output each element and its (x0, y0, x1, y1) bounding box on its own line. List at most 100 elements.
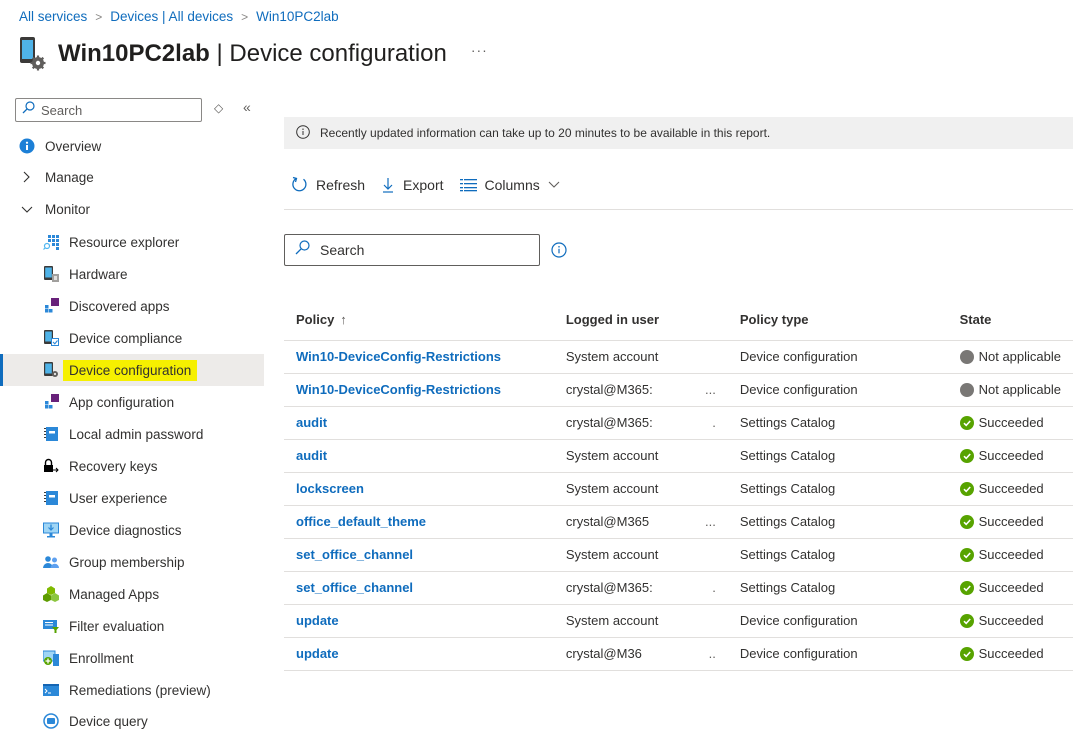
state-label: Succeeded (978, 646, 1044, 661)
sidebar-item-label: Local admin password (69, 426, 204, 442)
policy-link[interactable]: Win10-DeviceConfig-Restrictions (296, 349, 501, 364)
sidebar-item-label: Hardware (69, 266, 128, 282)
sidebar-item-filter-evaluation[interactable]: Filter evaluation (0, 610, 264, 642)
cell-policy: office_default_theme (284, 505, 554, 539)
policy-link[interactable]: audit (296, 448, 327, 463)
cell-logged-in-user: crystal@M365:... (553, 373, 728, 407)
policy-link[interactable]: lockscreen (296, 481, 364, 496)
column-label: Policy (296, 312, 335, 328)
column-header-policy[interactable]: Policy ↑ (284, 300, 554, 341)
breadcrumb-devices[interactable]: Devices | All devices (110, 9, 233, 24)
not-applicable-icon (959, 349, 974, 364)
table-row[interactable]: update crystal@M36.. Device configuration S… (284, 637, 1073, 671)
breadcrumb-all-services[interactable]: All services (19, 9, 87, 24)
success-check-icon (959, 547, 974, 562)
cell-policy: audit (284, 406, 554, 440)
policy-link[interactable]: office_default_theme (296, 514, 426, 529)
sidebar-item-label: Remediations (preview) (69, 682, 211, 698)
sidebar-item-discovered-apps[interactable]: Discovered apps (0, 290, 264, 322)
cell-state: Succeeded (947, 472, 1073, 506)
state-label: Succeeded (978, 481, 1044, 496)
cell-state: Succeeded (947, 538, 1073, 572)
chevron-right-icon (19, 169, 35, 185)
device-compliance-icon (43, 330, 59, 346)
table-row[interactable]: set_office_channel System account Settings… (284, 538, 1073, 572)
sort-toggle-icon[interactable]: ◇ (214, 101, 223, 115)
column-header-policy-type[interactable]: Policy type (727, 300, 948, 341)
sidebar-item-local-admin-password[interactable]: Local admin password (0, 418, 264, 450)
columns-button[interactable]: Columns (459, 176, 560, 193)
table-row[interactable]: audit System account Settings Catalog Succe… (284, 439, 1073, 473)
policy-link[interactable]: set_office_channel (296, 547, 413, 562)
policy-link[interactable]: update (296, 646, 339, 661)
sidebar-item-resource-explorer[interactable]: Resource explorer (0, 226, 264, 258)
sidebar-search-input[interactable] (39, 101, 189, 119)
info-icon (19, 138, 35, 154)
sidebar-item-user-experience[interactable]: User experience (0, 482, 264, 514)
cell-policy-type: Device configuration (727, 637, 948, 671)
column-header-logged-in-user[interactable]: Logged in user (553, 300, 728, 341)
breadcrumb-device[interactable]: Win10PC2lab (256, 9, 339, 24)
policy-link[interactable]: Win10-DeviceConfig-Restrictions (296, 382, 501, 397)
policy-search-input[interactable] (318, 241, 518, 259)
sidebar-item-recovery-keys[interactable]: Recovery keys (0, 450, 264, 482)
policy-search[interactable] (284, 234, 540, 266)
sidebar-item-remediations[interactable]: Remediations (preview) (0, 674, 264, 706)
table-row[interactable]: Win10-DeviceConfig-Restrictions crystal@M… (284, 373, 1073, 407)
sidebar-item-device-diagnostics[interactable]: Device diagnostics (0, 514, 264, 546)
sidebar-item-device-configuration[interactable]: Device configuration (0, 354, 264, 386)
search-info-icon[interactable] (551, 242, 567, 263)
search-icon (295, 240, 310, 260)
sidebar-item-group-membership[interactable]: Group membership (0, 546, 264, 578)
more-options-button[interactable]: ··· (471, 42, 488, 58)
state-label: Succeeded (978, 448, 1044, 463)
sort-ascending-icon: ↑ (340, 312, 347, 328)
table-row[interactable]: audit crystal@M365:. Settings Catalog Succe… (284, 406, 1073, 440)
sidebar-item-label: Overview (45, 138, 102, 154)
table-row[interactable]: set_office_channel crystal@M365:. Settings… (284, 571, 1073, 605)
sidebar-item-monitor[interactable]: Monitor (0, 193, 264, 225)
table-row[interactable]: office_default_theme crystal@M365... Setti… (284, 505, 1073, 539)
state-label: Succeeded (978, 547, 1044, 562)
sidebar-item-device-query[interactable]: Device query (0, 705, 264, 737)
columns-label: Columns (484, 176, 540, 193)
hardware-icon (43, 266, 59, 282)
cell-policy: update (284, 604, 554, 638)
cell-state: Succeeded (947, 406, 1073, 440)
policy-link[interactable]: set_office_channel (296, 580, 413, 595)
policy-table: Policy ↑ Logged in user Policy type State… (284, 300, 1073, 671)
table-row[interactable]: lockscreen System account Settings Catalog… (284, 472, 1073, 506)
sidebar-item-label: Group membership (69, 554, 185, 570)
device-configuration-icon (43, 362, 59, 378)
sidebar-item-label: App configuration (69, 394, 175, 410)
column-header-state[interactable]: State (947, 300, 1073, 341)
sidebar-item-managed-apps[interactable]: Managed Apps (0, 578, 264, 610)
sidebar-search[interactable] (15, 98, 202, 122)
cell-policy: set_office_channel (284, 571, 554, 605)
cell-logged-in-user: System account (553, 538, 728, 572)
table-row[interactable]: Win10-DeviceConfig-Restrictions System ac… (284, 340, 1073, 374)
cell-policy: update (284, 637, 554, 671)
table-body: Win10-DeviceConfig-Restrictions System ac… (284, 340, 1073, 671)
policy-link[interactable]: update (296, 613, 339, 628)
policy-link[interactable]: audit (296, 415, 327, 430)
success-check-icon (959, 646, 974, 661)
sidebar-item-manage[interactable]: Manage (0, 161, 264, 193)
table-row[interactable]: update System account Device configuration… (284, 604, 1073, 638)
sidebar-item-label: Enrollment (69, 650, 134, 666)
sidebar-item-label: Device diagnostics (69, 522, 182, 538)
sidebar-item-hardware[interactable]: Hardware (0, 258, 264, 290)
filter-evaluation-icon (43, 618, 59, 634)
sidebar-item-device-compliance[interactable]: Device compliance (0, 322, 264, 354)
user-name: System account (565, 547, 659, 562)
refresh-icon (291, 176, 308, 193)
local-admin-password-icon (43, 426, 59, 442)
cell-state: Succeeded (947, 571, 1073, 605)
collapse-sidebar-icon[interactable]: « (243, 99, 251, 115)
sidebar-item-overview[interactable]: Overview (0, 130, 264, 162)
sidebar-item-app-configuration[interactable]: App configuration (0, 386, 264, 418)
refresh-button[interactable]: Refresh (291, 176, 365, 193)
sidebar-item-enrollment[interactable]: Enrollment (0, 642, 264, 674)
export-label: Export (403, 176, 444, 193)
export-button[interactable]: Export (381, 176, 444, 193)
